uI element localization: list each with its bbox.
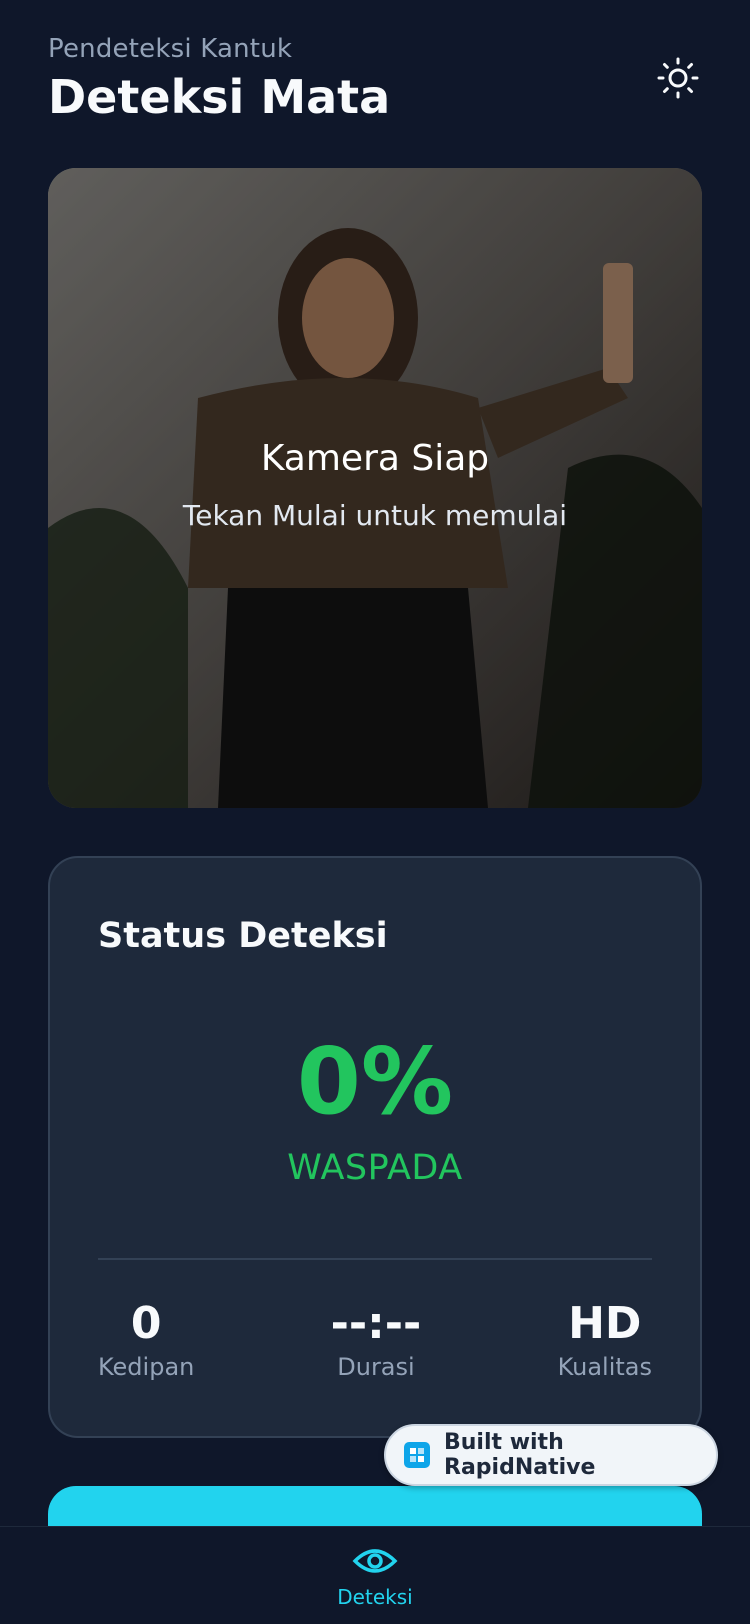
camera-preview: Kamera Siap Tekan Mulai untuk memulai — [48, 168, 702, 808]
header: Pendeteksi Kantuk Deteksi Mata — [48, 34, 702, 134]
eye-icon — [352, 1549, 398, 1581]
camera-status: Kamera Siap Tekan Mulai untuk memulai — [48, 438, 702, 532]
status-card: Status Deteksi 0% WASPADA 0 Kedipan --:-… — [48, 856, 702, 1438]
stat-value: 0 — [130, 1298, 162, 1349]
rapidnative-logo-icon — [404, 1442, 430, 1468]
stat-label: Kedipan — [98, 1353, 195, 1381]
badge-label: Built with RapidNative — [444, 1430, 596, 1480]
tab-deteksi[interactable]: Deteksi — [325, 1545, 425, 1609]
drowsiness-percent: 0% — [296, 1028, 454, 1135]
status-title: Status Deteksi — [98, 916, 388, 956]
divider — [98, 1258, 652, 1260]
tab-label: Deteksi — [337, 1585, 413, 1609]
sun-icon — [656, 56, 700, 104]
camera-title: Kamera Siap — [260, 438, 490, 479]
stat-label: Durasi — [337, 1353, 415, 1381]
bottom-tab-bar: Deteksi — [0, 1526, 750, 1624]
stats-row: 0 Kedipan --:-- Durasi HD Kualitas — [98, 1298, 652, 1381]
stat-duration: --:-- Durasi — [331, 1298, 422, 1381]
stat-quality: HD Kualitas — [558, 1298, 652, 1381]
theme-toggle-button[interactable] — [654, 56, 702, 104]
stat-value: HD — [568, 1298, 642, 1349]
rapidnative-badge[interactable]: Built with RapidNative — [384, 1424, 718, 1486]
alert-state: WASPADA — [287, 1148, 463, 1188]
camera-subtitle: Tekan Mulai untuk memulai — [182, 499, 568, 532]
page-title: Deteksi Mata — [48, 70, 391, 124]
stat-value: --:-- — [330, 1298, 422, 1349]
stat-blinks: 0 Kedipan — [98, 1298, 194, 1381]
app-subtitle: Pendeteksi Kantuk — [48, 34, 293, 64]
stat-label: Kualitas — [557, 1353, 652, 1381]
